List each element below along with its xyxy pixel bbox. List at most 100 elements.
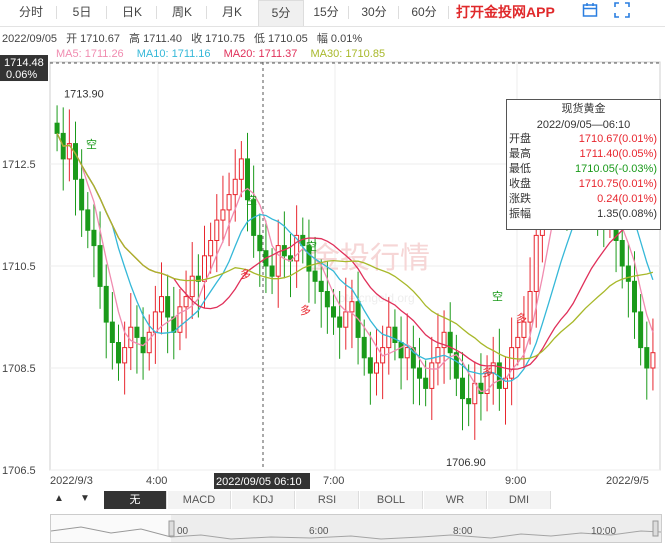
tab-intraday[interactable]: 分时 (8, 0, 54, 25)
candle-body (208, 240, 214, 257)
indicator-tab-macd[interactable]: MACD (168, 491, 231, 509)
y-tick-label: 1708.5 (2, 363, 36, 375)
indicator-tab-kdj[interactable]: KDJ (232, 491, 295, 509)
tab-monthly-k[interactable]: 月K (210, 0, 254, 25)
low-annotation: 1706.90 (446, 457, 486, 469)
candle-body (337, 316, 343, 328)
candle-body (410, 347, 416, 369)
candle-body (503, 377, 508, 389)
tooltip-value: 1710.67(0.01%) (578, 133, 657, 145)
candle-body (478, 382, 484, 394)
tab-divider (206, 6, 207, 19)
candle-body (238, 158, 244, 180)
candle-body (509, 347, 515, 379)
candle-body (195, 275, 201, 282)
tab-30min[interactable]: 30分 (352, 0, 396, 25)
tab-divider (348, 6, 349, 19)
candle-body (343, 311, 349, 328)
tooltip-row: 振幅 1.35(0.08%) (507, 207, 660, 222)
tooltip-label: 开盘 (509, 133, 531, 145)
scroll-tick: 10:00 (591, 526, 617, 537)
tab-divider (56, 6, 57, 19)
long-signal: 多 (300, 303, 311, 317)
ma10-value: MA10: 1711.16 (136, 48, 211, 60)
long-signal: 多 (516, 311, 527, 325)
indicator-tab-rsi[interactable]: RSI (296, 491, 359, 509)
indicator-tab-boll[interactable]: BOLL (360, 491, 423, 509)
short-signal: 空 (306, 239, 317, 253)
candlestick-chart: 金投行情 quote.cngold.org 空空空空多多多多 1712.5171… (0, 55, 661, 489)
time-label-box (214, 473, 310, 489)
candle-body (644, 347, 650, 369)
short-signal: 空 (492, 289, 503, 303)
candle-body (361, 336, 367, 359)
scroll-tick: 6:00 (309, 526, 329, 537)
y-tick-label: 1706.5 (2, 465, 36, 477)
candle-body (251, 199, 257, 236)
indicator-tab-dmi[interactable]: DMI (488, 491, 551, 509)
tooltip-value: 0.24(0.01%) (597, 193, 657, 205)
indicator-tab-wr[interactable]: WR (424, 491, 487, 509)
period-tab-bar: 分时 5日 日K 周K 月K 5分 15分 30分 60分 打开金投网APP (0, 0, 665, 27)
candle-body (134, 326, 140, 338)
candle-body (312, 270, 318, 282)
tab-daily-k[interactable]: 日K (110, 0, 154, 25)
candle-body (490, 362, 496, 374)
candle-body (429, 362, 435, 389)
tooltip-row: 最低 1710.05(-0.03%) (507, 162, 660, 177)
indicator-tab-无[interactable]: 无 (104, 491, 167, 509)
candle-body (232, 178, 238, 196)
tab-60min[interactable]: 60分 (402, 0, 446, 25)
candle-body (97, 245, 103, 287)
candle-body (484, 372, 490, 395)
candle-body (275, 245, 281, 277)
candle-body (140, 336, 146, 354)
tab-15min[interactable]: 15分 (306, 0, 346, 25)
info-close: 收 1710.75 (191, 33, 245, 45)
tooltip-row: 收盘 1710.75(0.01%) (507, 177, 660, 192)
candle-body (294, 234, 300, 262)
tooltip-label: 最高 (509, 148, 531, 160)
x-tick-label: 2022/9/3 (50, 475, 93, 487)
tab-5day[interactable]: 5日 (60, 0, 104, 25)
ma5-value: MA5: 1711.26 (56, 48, 124, 60)
candle-body (496, 362, 502, 389)
tooltip-value: 1.35(0.08%) (597, 208, 657, 220)
candle-body (109, 321, 115, 344)
candle-body (300, 234, 306, 247)
candle-body (435, 347, 441, 364)
candle-body (380, 347, 386, 364)
candle-body (306, 245, 312, 272)
tab-divider (106, 6, 107, 19)
app-download-link[interactable]: 打开金投网APP (456, 0, 555, 25)
time-scroller[interactable]: 00 6:00 8:00 10:00 (50, 514, 662, 543)
tooltip-label: 涨跌 (509, 193, 531, 205)
tooltip-value: 1710.05(-0.03%) (575, 163, 657, 175)
candle-body (441, 331, 447, 349)
candle-body (638, 311, 644, 349)
short-signal: 空 (86, 137, 97, 151)
candle-body (177, 306, 183, 333)
tab-5min[interactable]: 5分 (258, 0, 304, 26)
info-low: 低 1710.05 (253, 33, 308, 45)
ohlc-info-row: 2022/09/05 开 1710.67 高 1711.40 收 1710.75… (2, 30, 368, 46)
ma30-value: MA30: 1710.85 (310, 48, 386, 60)
calendar-icon[interactable] (582, 2, 598, 24)
candle-body (288, 255, 293, 262)
y-tick-label: 1710.5 (2, 261, 36, 273)
tooltip-title: 现货黄金 (561, 103, 606, 115)
candle-body (355, 301, 361, 338)
tab-weekly-k[interactable]: 周K (160, 0, 204, 25)
x-tick-label: 7:00 (323, 475, 344, 487)
info-amplitude: 幅 0.01% (316, 33, 363, 45)
fullscreen-icon[interactable] (614, 2, 630, 24)
candle-body (54, 122, 60, 134)
tooltip-label: 收盘 (509, 178, 531, 190)
candle-body (447, 331, 453, 354)
scroll-down-button[interactable]: ▼ (80, 493, 90, 504)
candle-body (349, 301, 355, 313)
candle-body (392, 326, 398, 344)
scroll-up-button[interactable]: ▲ (54, 493, 64, 504)
candle-body (73, 143, 78, 180)
tooltip-label: 振幅 (509, 208, 531, 220)
